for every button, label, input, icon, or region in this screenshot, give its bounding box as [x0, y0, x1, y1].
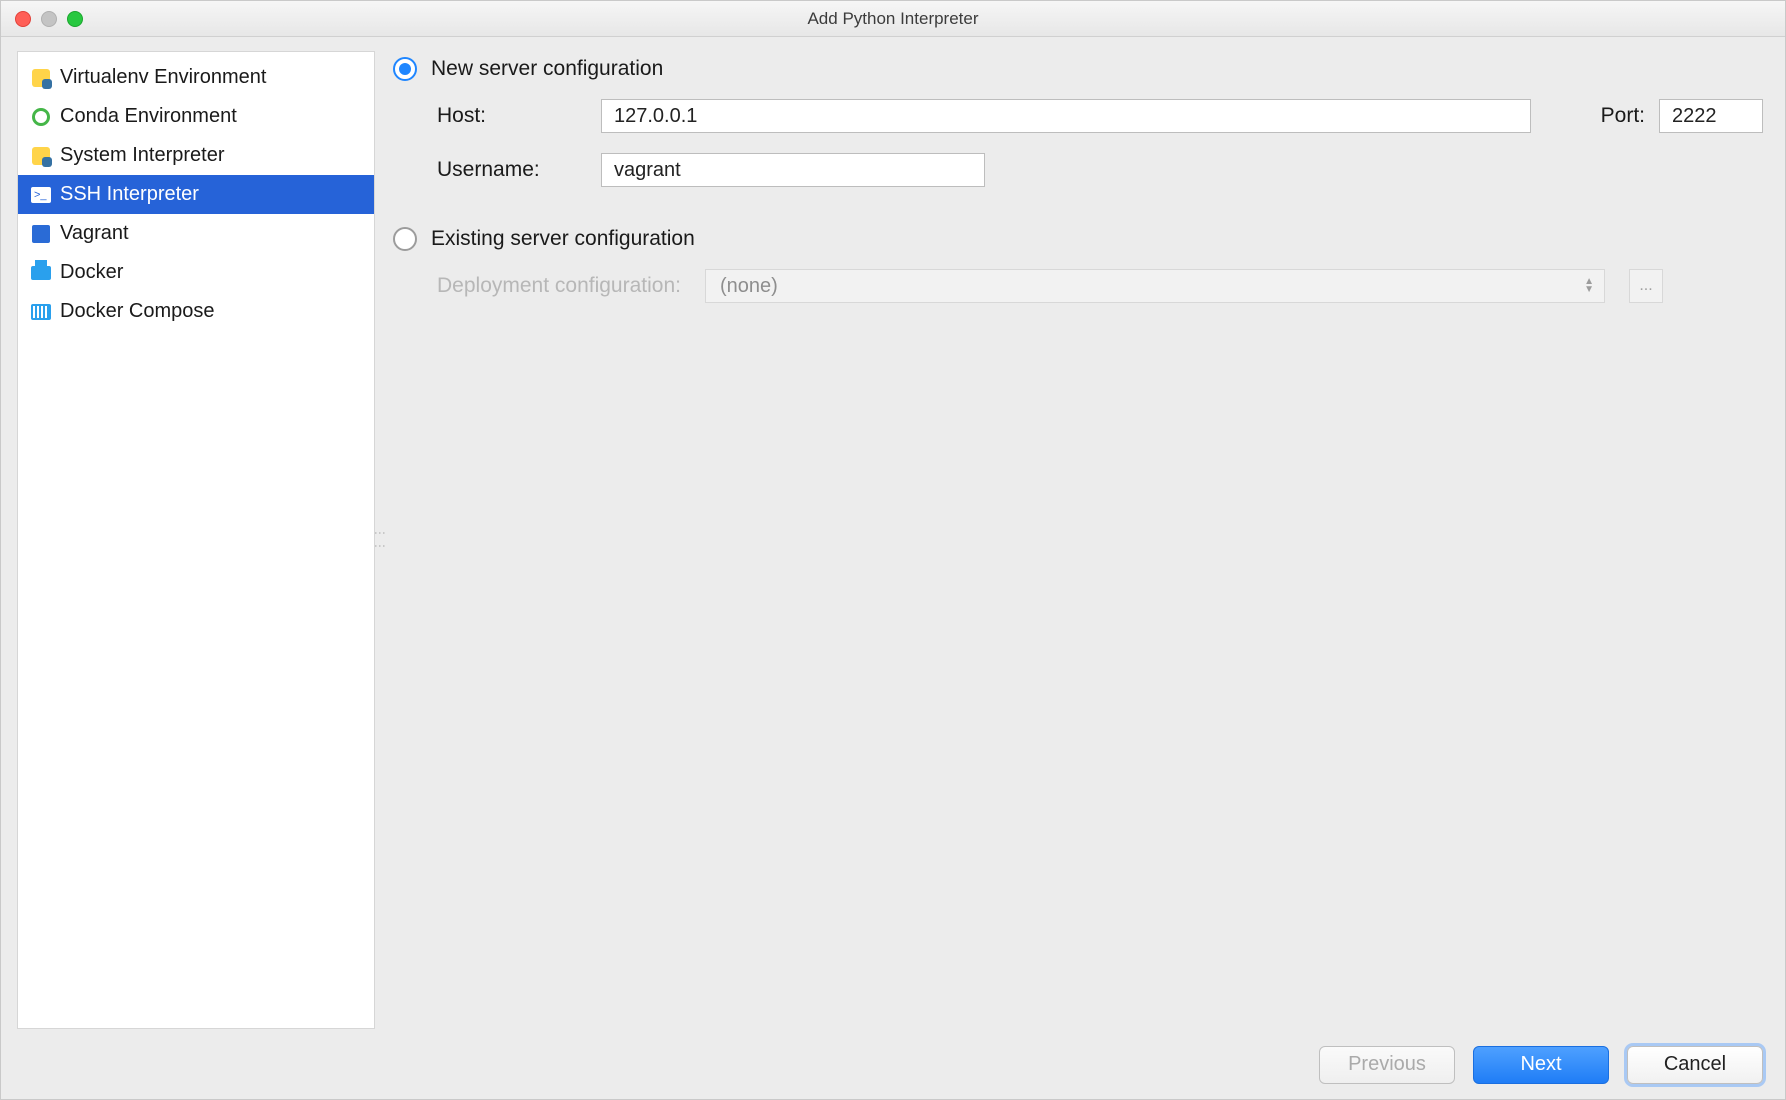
sidebar-item-label: System Interpreter	[60, 144, 225, 167]
deployment-browse-button[interactable]: ...	[1629, 269, 1663, 303]
sidebar-item-virtualenv[interactable]: Virtualenv Environment	[18, 58, 374, 97]
sidebar-item-docker-compose[interactable]: Docker Compose	[18, 292, 374, 331]
window-title: Add Python Interpreter	[807, 9, 978, 29]
docker-compose-icon	[30, 301, 52, 323]
sidebar-item-label: Virtualenv Environment	[60, 66, 266, 89]
username-input[interactable]	[601, 153, 985, 187]
ssh-interpreter-panel: New server configuration Host: Port: Use…	[385, 51, 1769, 1029]
window-traffic-lights	[15, 11, 83, 27]
port-label: Port:	[1601, 104, 1645, 128]
host-label: Host:	[437, 104, 587, 128]
interpreter-type-sidebar: Virtualenv Environment Conda Environment…	[17, 51, 375, 1029]
chevron-up-down-icon: ▲▼	[1584, 278, 1594, 294]
dialog-body: Virtualenv Environment Conda Environment…	[1, 37, 1785, 1029]
deployment-select[interactable]: (none) ▲▼	[705, 269, 1605, 303]
sidebar-item-label: Docker	[60, 261, 123, 284]
cancel-button[interactable]: Cancel	[1627, 1046, 1763, 1084]
window-zoom-button[interactable]	[67, 11, 83, 27]
host-input[interactable]	[601, 99, 1531, 133]
existing-server-radio[interactable]	[393, 227, 417, 251]
window-close-button[interactable]	[15, 11, 31, 27]
dialog-window: Add Python Interpreter Virtualenv Enviro…	[0, 0, 1786, 1100]
new-server-radio-row[interactable]: New server configuration	[393, 57, 1763, 81]
python-icon	[30, 145, 52, 167]
port-input[interactable]	[1659, 99, 1763, 133]
docker-icon	[30, 262, 52, 284]
titlebar: Add Python Interpreter	[1, 1, 1785, 37]
deployment-select-value: (none)	[720, 275, 778, 298]
existing-server-block: Existing server configuration Deployment…	[393, 227, 1763, 303]
button-label: Previous	[1348, 1053, 1426, 1076]
splitter-grip-icon: ⋮⋮	[377, 527, 383, 553]
previous-button[interactable]: Previous	[1319, 1046, 1455, 1084]
ellipsis-icon: ...	[1639, 277, 1652, 295]
button-label: Next	[1520, 1053, 1561, 1076]
terminal-icon: >_	[30, 184, 52, 206]
conda-icon	[30, 106, 52, 128]
sidebar-item-docker[interactable]: Docker	[18, 253, 374, 292]
existing-server-radio-label: Existing server configuration	[431, 227, 695, 251]
new-server-radio-label: New server configuration	[431, 57, 663, 81]
vagrant-icon	[30, 223, 52, 245]
sidebar-item-label: Conda Environment	[60, 105, 237, 128]
next-button[interactable]: Next	[1473, 1046, 1609, 1084]
dialog-footer: Previous Next Cancel	[1, 1029, 1785, 1099]
sidebar-item-label: SSH Interpreter	[60, 183, 199, 206]
new-server-form: Host: Port: Username:	[437, 99, 1763, 187]
sidebar-item-label: Docker Compose	[60, 300, 215, 323]
window-minimize-button[interactable]	[41, 11, 57, 27]
new-server-radio[interactable]	[393, 57, 417, 81]
python-icon	[30, 67, 52, 89]
sidebar-splitter[interactable]: ⋮⋮	[375, 51, 385, 1029]
sidebar-item-vagrant[interactable]: Vagrant	[18, 214, 374, 253]
button-label: Cancel	[1664, 1053, 1726, 1076]
sidebar-item-system[interactable]: System Interpreter	[18, 136, 374, 175]
deployment-row: Deployment configuration: (none) ▲▼ ...	[437, 269, 1763, 303]
deployment-label: Deployment configuration:	[437, 274, 681, 298]
sidebar-item-ssh[interactable]: >_ SSH Interpreter	[18, 175, 374, 214]
sidebar-item-label: Vagrant	[60, 222, 129, 245]
sidebar-item-conda[interactable]: Conda Environment	[18, 97, 374, 136]
username-label: Username:	[437, 158, 587, 182]
existing-server-radio-row[interactable]: Existing server configuration	[393, 227, 1763, 251]
